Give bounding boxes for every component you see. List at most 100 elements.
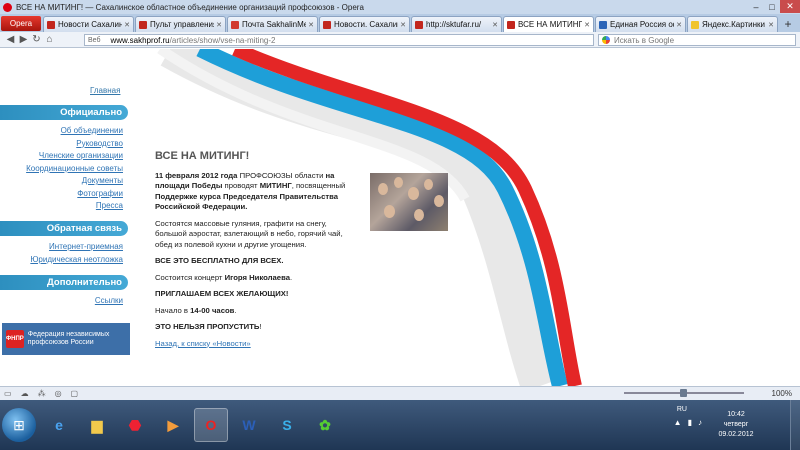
tab-close-icon[interactable]: ✕ [216,21,222,29]
opera-logo-icon [3,2,12,12]
volume-icon[interactable]: ♪ [698,418,702,427]
show-hidden-icon[interactable]: ▲ [674,418,682,427]
sidebar-link[interactable]: Интернет-приемная [49,242,123,251]
tab-favicon-icon [599,20,607,29]
tab-7[interactable]: Яндекс.Картинки ...✕ [687,16,778,32]
article-paragraph: ВСЕ ЭТО БЕСПЛАТНО ДЛЯ ВСЕХ. [155,256,284,265]
fnpr-banner[interactable]: ФНПР Федерация независимых профсоюзов Ро… [2,323,130,355]
opera-menu-button[interactable]: Opera [1,16,41,31]
tab-close-icon[interactable]: ✕ [308,21,314,29]
home-icon[interactable]: ⌂ [43,34,56,45]
tab-2[interactable]: Почта SakhalinMe...✕ [227,16,318,32]
start-button[interactable]: ⊞ [2,408,36,442]
window-controls: – □ ✕ [748,0,800,13]
tab-label: Яндекс.Картинки ... [702,20,766,29]
tab-5[interactable]: ВСЕ НА МИТИНГ... ✕ [503,16,594,32]
new-tab-button[interactable]: + [779,16,797,32]
tab-close-icon[interactable]: ✕ [492,21,498,29]
word-icon[interactable]: W [232,408,266,442]
section-additional-header: Дополнительно [0,275,128,290]
article-paragraph: ПРИГЛАШАЕМ ВСЕХ ЖЕЛАЮЩИХ! [155,289,289,298]
sidebar-link[interactable]: Документы [82,176,123,185]
zoom-slider[interactable] [624,389,744,397]
section-official-header: Официально [0,105,128,120]
tab-label: Новости Сахалина... [58,20,122,29]
tab-close-icon[interactable]: ✕ [768,21,774,29]
panel-toggle-icon[interactable]: ▭ [4,389,12,398]
tab-label: Единая Россия оф... [610,20,674,29]
language-indicator[interactable]: RU [677,406,687,413]
reload-icon[interactable]: ↻ [30,34,43,45]
tab-6[interactable]: Единая Россия оф...✕ [595,16,686,32]
article-paragraph: Состоится концерт Игоря Николаева. [155,272,293,282]
cloud-icon[interactable]: ☁ [21,389,29,398]
zoom-level: 100% [771,389,792,398]
skype-icon[interactable]: S [270,408,304,442]
tab-close-icon[interactable]: ✕ [400,21,406,29]
tab-favicon-icon [507,20,515,29]
address-prefix: Веб [88,36,101,44]
tab-close-icon[interactable]: ✕ [584,21,590,29]
opera-taskbar-icon[interactable]: O [194,408,228,442]
sidebar-link[interactable]: Фотографии [77,189,123,198]
pdf-icon[interactable]: ⬣ [118,408,152,442]
tab-label: Почта SakhalinMe... [242,20,306,29]
tab-close-icon[interactable]: ✕ [124,21,130,29]
sidebar-link[interactable]: Членские организации [39,151,123,160]
tab-close-icon[interactable]: ✕ [676,21,682,29]
close-button[interactable]: ✕ [780,0,800,13]
taskbar: ⊞ e ▆ ⬣ ▶ O W S ✿ RU ▲ ▮ ♪ 10:42 четверг… [0,400,800,450]
sidebar-link[interactable]: Юридическая неотложка [30,255,123,264]
sidebar-link[interactable]: Об объединении [61,126,123,135]
clock[interactable]: 10:42 четверг 09.02.2012 [710,410,762,440]
clock-date: 09.02.2012 [718,431,754,438]
speed-icon[interactable]: ◎ [55,389,62,398]
article-paragraph: Начало в 14-00 часов. [155,305,237,315]
crowd-photo [370,173,448,231]
article-paragraph: Состоятся массовые гуляния, графити на с… [155,218,343,249]
home-link[interactable]: Главная [90,86,120,95]
sidebar-link[interactable]: Координационные советы [26,164,123,173]
address-bar[interactable]: Веб www.sakhprof.ru /articles/show/vse-n… [84,34,594,46]
tab-favicon-icon [415,20,423,29]
share-icon[interactable]: ⁂ [38,389,46,398]
tab-0[interactable]: Новости Сахалина...✕ [43,16,134,32]
clock-time: 10:42 [727,411,745,418]
address-path: /articles/show/vse-na-miting-2 [169,35,276,45]
back-to-news-link[interactable]: Назад, к списку «Новости» [155,339,251,348]
back-icon[interactable]: ◀ [4,34,17,45]
tab-label: ВСЕ НА МИТИНГ... [518,20,583,29]
tab-label: Пульт управления... [150,20,214,29]
google-icon [602,36,610,44]
tray-icons: ▲ ▮ ♪ [668,418,702,427]
tab-4[interactable]: http://sktufar.ru/ ✕ [411,16,502,32]
sidebar-link[interactable]: Ссылки [95,296,123,305]
tab-1[interactable]: Пульт управления...✕ [135,16,226,32]
network-icon[interactable]: ▮ [688,418,692,427]
sidebar-link[interactable]: Пресса [96,201,123,210]
maximize-button[interactable]: □ [764,0,780,13]
tab-3[interactable]: Новости. Сахалин...✕ [319,16,410,32]
view-icon[interactable]: ▢ [71,389,79,398]
sidebar-link[interactable]: Руководство [76,139,123,148]
zoom-slider-handle[interactable] [680,389,687,397]
tab-label: Новости. Сахалин... [334,20,398,29]
explorer-icon[interactable]: ▆ [80,408,114,442]
tab-favicon-icon [691,20,699,29]
tab-favicon-icon [139,20,147,29]
forward-icon[interactable]: ▶ [17,34,30,45]
fnpr-banner-text: Федерация независимых профсоюзов России [27,331,110,346]
tab-favicon-icon [47,20,55,29]
minimize-button[interactable]: – [748,0,764,13]
article-title: ВСЕ НА МИТИНГ! [155,150,250,162]
show-desktop-button[interactable] [790,400,800,450]
tab-favicon-icon [231,20,239,29]
article-paragraph: ЭТО НЕЛЬЗЯ ПРОПУСТИТЬ! [155,322,262,331]
icq-icon[interactable]: ✿ [308,408,342,442]
web-page: Главная Официально Об объединении Руковод… [0,49,800,386]
media-player-icon[interactable]: ▶ [156,408,190,442]
ie-icon[interactable]: e [42,408,76,442]
status-bar: ▭ ☁ ⁂ ◎ ▢ 100% [0,386,800,400]
search-input[interactable]: Искать в Google [598,34,796,46]
tab-label: http://sktufar.ru/ [426,20,482,29]
